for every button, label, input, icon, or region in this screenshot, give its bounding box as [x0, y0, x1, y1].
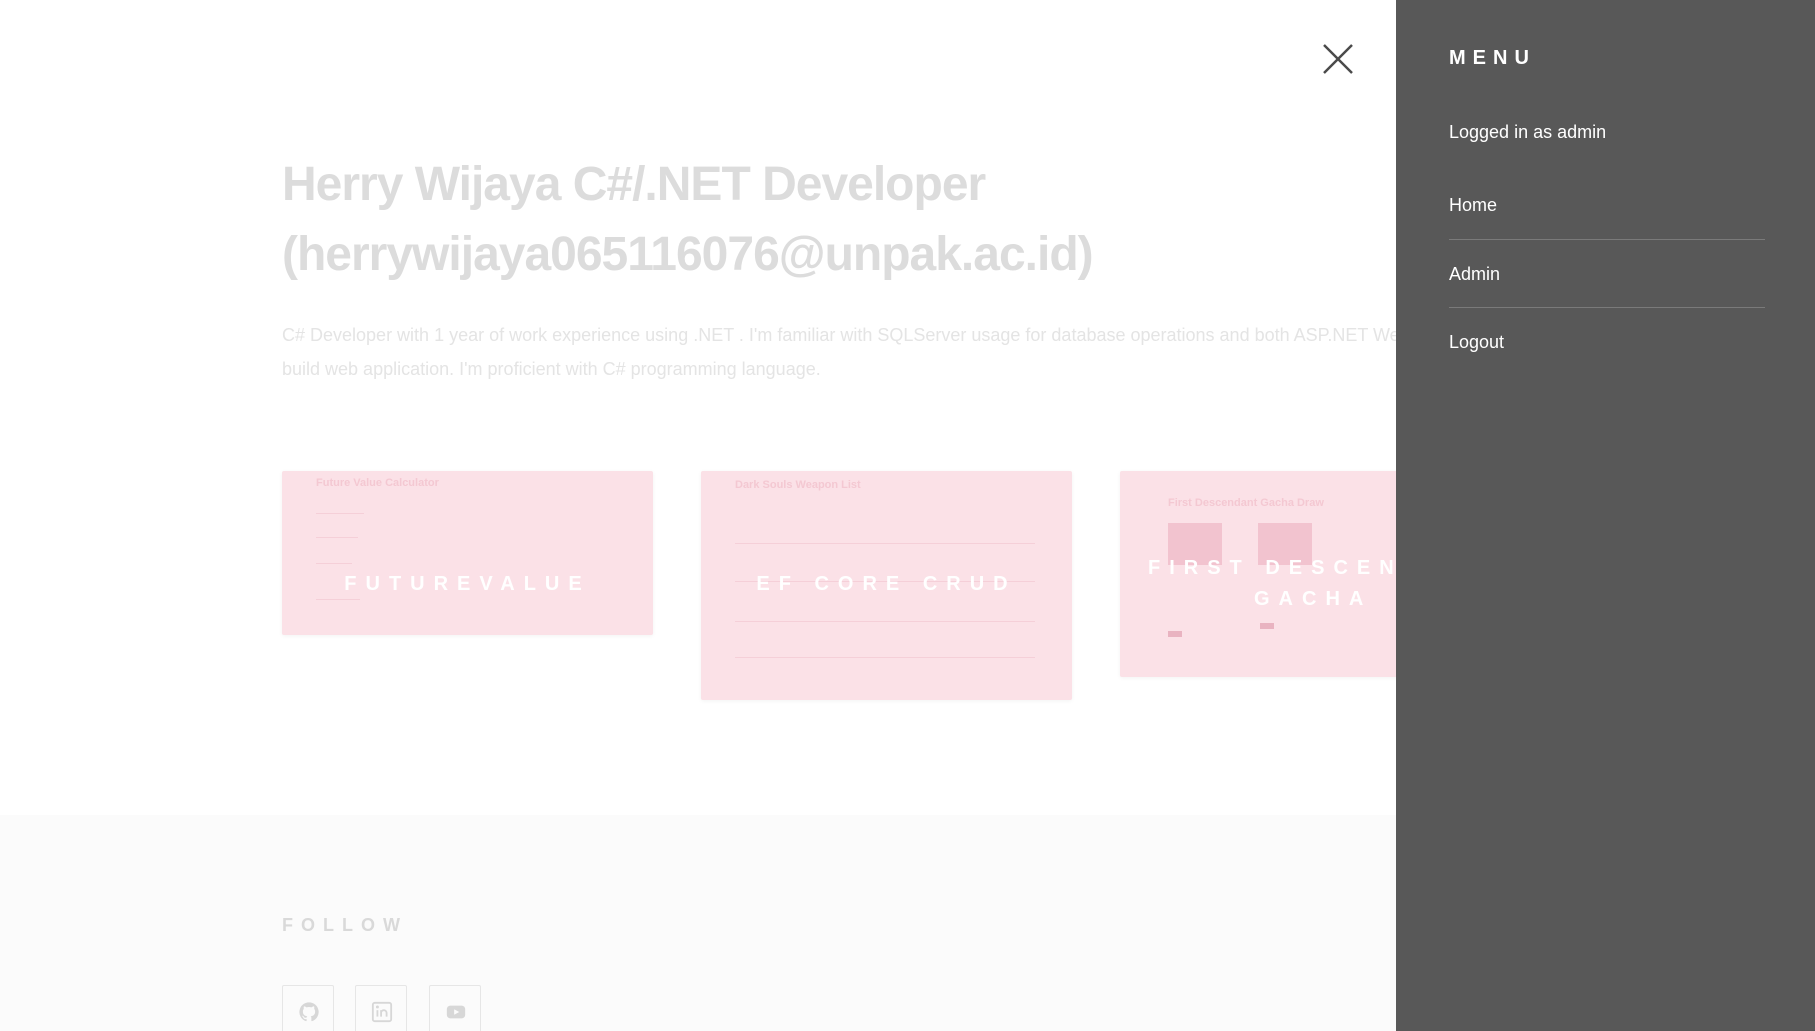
intro-line-1: C# Developer with 1 year of work experie… — [282, 325, 1396, 345]
main-content: Herry Wijaya C#/.NET Developer (herrywij… — [0, 0, 1396, 815]
menu-link-admin[interactable]: Admin — [1449, 240, 1765, 308]
page: Herry Wijaya C#/.NET Developer (herrywij… — [0, 0, 1815, 1031]
close-icon — [1323, 44, 1353, 74]
page-title-line-1: Herry Wijaya C#/.NET Developer — [282, 158, 986, 211]
youtube-link[interactable] — [429, 985, 481, 1031]
thumbnail-button — [1260, 623, 1274, 629]
thumbnail-line — [735, 621, 1035, 622]
project-label-line-2: GACHA — [1254, 588, 1373, 610]
page-title-line-2: (herrywijaya065116076@unpak.ac.id) — [282, 228, 1094, 281]
menu-item-admin: Admin — [1449, 239, 1765, 307]
thumbnail-line — [316, 537, 358, 538]
thumbnail-title: First Descendant Gacha Draw — [1168, 497, 1324, 509]
project-label: EF CORE CRUD — [756, 573, 1017, 595]
github-icon — [299, 1002, 319, 1022]
thumbnail-line — [735, 543, 1035, 544]
project-thumbnail: Future Value Calculator — [282, 471, 653, 635]
page-title: Herry Wijaya C#/.NET Developer (herrywij… — [282, 150, 1382, 290]
project-label: FUTUREVALUE — [344, 573, 591, 595]
linkedin-icon — [371, 1001, 393, 1023]
project-card-first-descend-gacha[interactable]: First Descendant Gacha Draw FIRST DESCEN… — [1120, 471, 1396, 677]
thumbnail-line — [735, 657, 1035, 658]
thumbnail-title: Dark Souls Weapon List — [735, 479, 861, 491]
login-status: Logged in as admin — [1449, 122, 1607, 142]
menu-item-home: Home — [1449, 171, 1765, 239]
project-card-ef-core-crud[interactable]: Dark Souls Weapon List EF CORE CRUD — [701, 471, 1072, 700]
thumbnail-button — [1168, 631, 1182, 637]
close-menu-button[interactable] — [1318, 39, 1358, 79]
menu-list: Home Admin Logout — [1449, 171, 1765, 375]
menu-heading: MENU — [1449, 47, 1536, 69]
youtube-icon — [446, 1005, 466, 1019]
menu-item-logout: Logout — [1449, 307, 1765, 375]
thumbnail-title: Future Value Calculator — [316, 477, 439, 489]
linkedin-link[interactable] — [355, 985, 407, 1031]
side-menu: MENU Logged in as admin Home Admin Logou… — [1396, 0, 1815, 1031]
project-label-line-1: FIRST DESCEND — [1148, 557, 1396, 579]
intro-text: C# Developer with 1 year of work experie… — [282, 318, 1396, 386]
menu-link-logout[interactable]: Logout — [1449, 308, 1765, 376]
menu-link-home[interactable]: Home — [1449, 171, 1765, 239]
thumbnail-line — [316, 563, 352, 564]
intro-line-2: build web application. I'm proficient wi… — [282, 359, 821, 379]
project-card-futurevalue[interactable]: Future Value Calculator FUTUREVALUE — [282, 471, 653, 635]
thumbnail-line — [316, 513, 364, 514]
github-link[interactable] — [282, 985, 334, 1031]
footer: FOLLOW — [0, 815, 1396, 1031]
follow-heading: FOLLOW — [282, 915, 408, 935]
